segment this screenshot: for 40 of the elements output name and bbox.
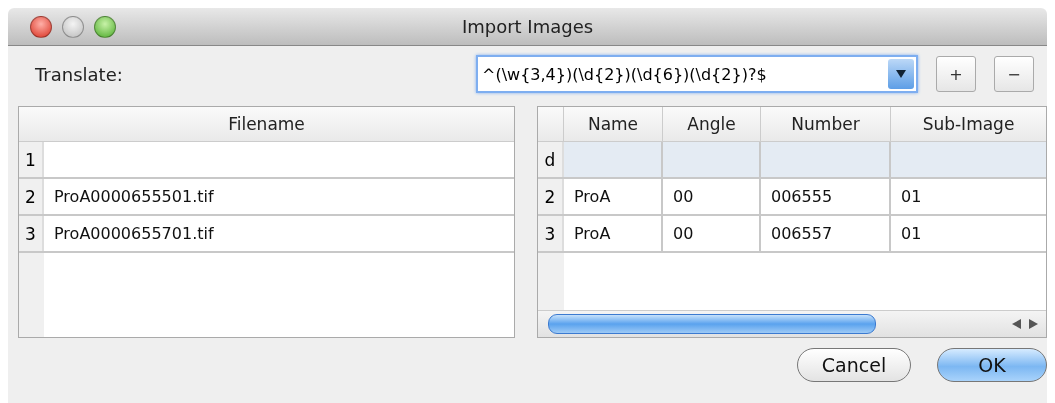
table-cell-text: ProA0000655501.tif: [53, 186, 215, 208]
window-title: Import Images: [461, 16, 594, 37]
table-cell: 00: [663, 216, 761, 251]
zoom-button[interactable]: [94, 15, 116, 38]
table-cell: ProA: [564, 216, 663, 251]
table-cell: 006557: [761, 216, 891, 251]
table-cell: 006555: [761, 179, 891, 214]
minimize-button[interactable]: [62, 15, 84, 38]
translate-label: Translate:: [35, 63, 124, 85]
add-button[interactable]: +: [936, 56, 976, 92]
horizontal-scrollbar[interactable]: [538, 310, 1046, 337]
cancel-button[interactable]: Cancel: [797, 348, 911, 382]
column-header[interactable]: Filename: [19, 107, 514, 141]
row-number: 2: [538, 179, 564, 214]
remove-button[interactable]: −: [994, 56, 1034, 92]
ok-button[interactable]: OK: [937, 348, 1047, 382]
row-number: d: [538, 142, 564, 177]
row-number: 3: [538, 216, 564, 251]
scroll-left-icon[interactable]: [1012, 319, 1021, 329]
row-header-gutter: [538, 253, 564, 310]
scroll-thumb[interactable]: [548, 314, 876, 334]
close-button[interactable]: [30, 15, 52, 38]
table-row[interactable]: 3 ProA 00 006557 01: [538, 216, 1046, 253]
row-number: 3: [19, 216, 44, 251]
dropdown-icon[interactable]: [888, 59, 914, 89]
column-header[interactable]: Name: [564, 107, 663, 141]
row-number: 1: [19, 142, 44, 177]
table-cell-text: 01: [900, 186, 923, 208]
column-header[interactable]: Angle: [663, 107, 761, 141]
scroll-right-icon[interactable]: [1029, 319, 1038, 329]
table-cell: 00: [663, 179, 761, 214]
column-header[interactable]: Number: [761, 107, 891, 141]
row-number: 2: [19, 179, 44, 214]
table-cell-text: 01: [900, 223, 923, 245]
pattern-combo-box[interactable]: ^(\w{3,4})(\d{2})(\d{6})(\d{2})?$: [476, 55, 918, 93]
table-cell-text: ProA0000655701.tif: [53, 223, 215, 245]
table-row[interactable]: d: [538, 142, 1046, 179]
column-header[interactable]: Sub-Image: [891, 107, 1046, 141]
table-row[interactable]: 2 ProA 00 006555 01: [538, 179, 1046, 216]
table-cell: ProA: [564, 179, 663, 214]
